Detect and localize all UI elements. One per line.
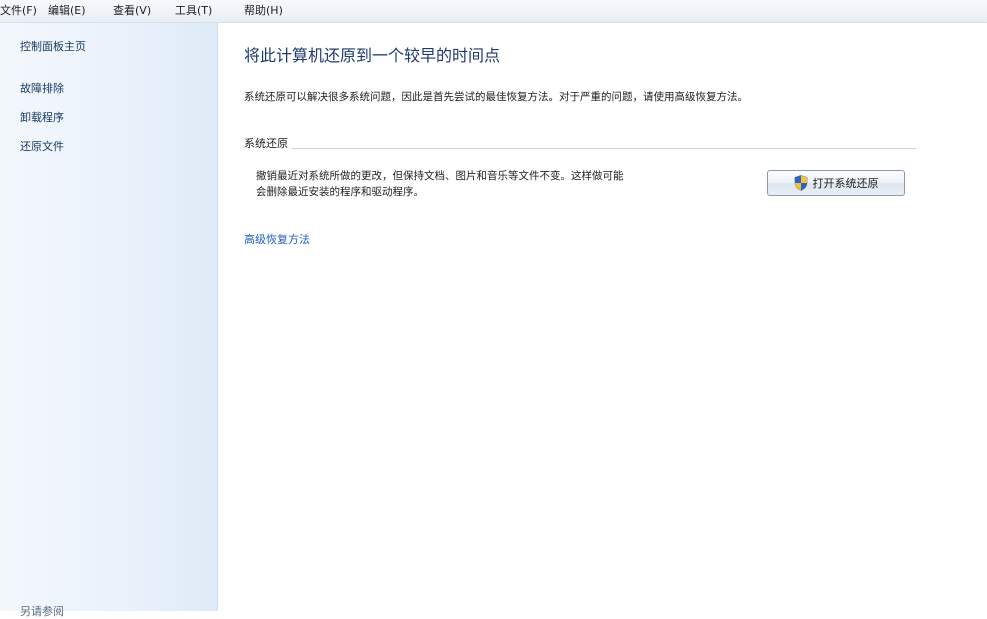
open-system-restore-button[interactable]: 打开系统还原	[767, 170, 905, 196]
description-line-1: 撤销最近对系统所做的更改，但保持文档、图片和音乐等文件不变。这样做可能	[256, 170, 624, 182]
menu-tools[interactable]: 工具(T)	[175, 3, 212, 19]
system-restore-description: 撤销最近对系统所做的更改，但保持文档、图片和音乐等文件不变。这样做可能 会删除最…	[256, 168, 624, 200]
section-divider	[292, 148, 916, 149]
menu-file[interactable]: 文件(F)	[0, 3, 37, 19]
menu-bar: 文件(F) 编辑(E) 查看(V) 工具(T) 帮助(H)	[0, 0, 987, 23]
sidebar-item-uninstall-program[interactable]: 卸载程序	[20, 111, 64, 125]
open-system-restore-label: 打开系统还原	[812, 177, 879, 190]
menu-view[interactable]: 查看(V)	[113, 3, 151, 19]
system-restore-section-title: 系统还原	[244, 137, 288, 150]
sidebar: 控制面板主页 故障排除 卸载程序 还原文件 另请参阅	[0, 23, 218, 618]
advanced-recovery-link[interactable]: 高级恢复方法	[244, 233, 310, 247]
page-description: 系统还原可以解决很多系统问题，因此是首先尝试的最佳恢复方法。对于严重的问题，请使…	[244, 91, 748, 103]
sidebar-item-troubleshooting[interactable]: 故障排除	[20, 82, 64, 96]
sidebar-item-restore-files[interactable]: 还原文件	[20, 140, 64, 154]
page-title: 将此计算机还原到一个较早的时间点	[244, 46, 501, 65]
menu-help[interactable]: 帮助(H)	[244, 3, 283, 19]
see-also-heading: 另请参阅	[20, 605, 64, 618]
uac-shield-icon	[794, 175, 807, 191]
description-line-2: 会删除最近安装的程序和驱动程序。	[256, 186, 424, 198]
menu-edit[interactable]: 编辑(E)	[48, 3, 86, 19]
sidebar-item-control-panel-home[interactable]: 控制面板主页	[20, 40, 86, 54]
